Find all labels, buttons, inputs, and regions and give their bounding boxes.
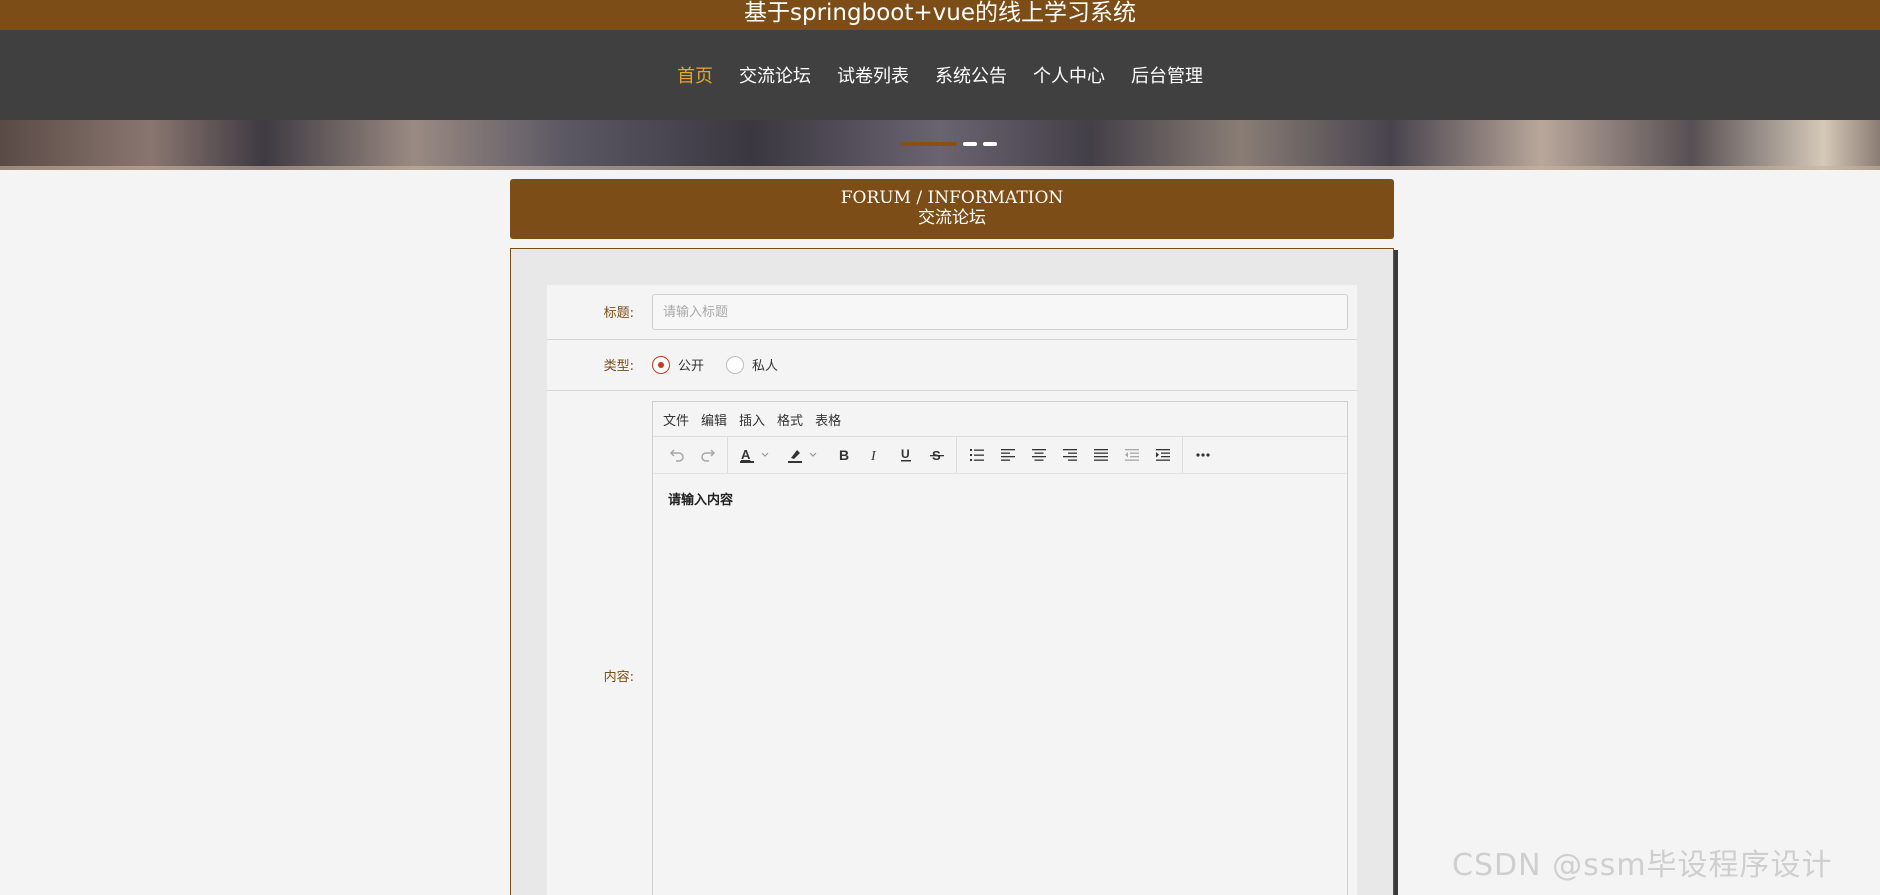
menu-file[interactable]: 文件 xyxy=(663,410,689,429)
form-row-content: 内容: 文件 编辑 插入 格式 表格 A B I U S 请输入内容 xyxy=(547,391,1357,895)
bold-icon[interactable]: B xyxy=(828,441,859,469)
align-justify-icon[interactable] xyxy=(1085,441,1116,469)
italic-icon[interactable]: I xyxy=(859,441,890,469)
radio-unchecked-icon xyxy=(726,355,745,374)
redo-icon[interactable] xyxy=(692,441,723,469)
more-group xyxy=(1183,437,1222,473)
nav-item-announcements[interactable]: 系统公告 xyxy=(935,62,1007,88)
form-body: 标题: 类型: 公开 私人 内容: 文件 编辑 xyxy=(547,285,1357,895)
content-label: 内容: xyxy=(603,670,634,685)
history-group xyxy=(657,437,728,473)
carousel-dot-3[interactable] xyxy=(983,142,997,146)
radio-checked-icon xyxy=(652,355,670,374)
carousel-dot-2[interactable] xyxy=(963,142,977,146)
type-radio-public[interactable]: 公开 xyxy=(652,355,704,374)
title-label: 标题: xyxy=(603,306,634,321)
editor-content[interactable]: 请输入内容 xyxy=(653,474,1347,523)
radio-label-private: 私人 xyxy=(752,359,779,374)
strikethrough-icon[interactable]: S xyxy=(921,441,952,469)
align-left-icon[interactable] xyxy=(992,441,1023,469)
color-group: A B I U S xyxy=(728,437,957,473)
form-row-title: 标题: xyxy=(547,285,1357,340)
banner-carousel xyxy=(0,120,1880,170)
carousel-indicators xyxy=(901,142,997,146)
type-radio-private[interactable]: 私人 xyxy=(726,355,778,374)
rich-text-editor: 文件 编辑 插入 格式 表格 A B I U S 请输入内容 xyxy=(652,401,1348,895)
site-title: 基于springboot+vue的线上学习系统 xyxy=(0,0,1880,30)
svg-text:I: I xyxy=(870,449,877,463)
nav-item-home[interactable]: 首页 xyxy=(677,62,713,88)
highlight-color-icon[interactable] xyxy=(780,441,828,469)
nav-item-profile[interactable]: 个人中心 xyxy=(1033,62,1105,88)
radio-label-public: 公开 xyxy=(678,359,705,374)
undo-icon[interactable] xyxy=(661,441,692,469)
svg-text:B: B xyxy=(839,447,849,463)
outdent-icon[interactable] xyxy=(1116,441,1147,469)
align-right-icon[interactable] xyxy=(1054,441,1085,469)
align-center-icon[interactable] xyxy=(1023,441,1054,469)
paragraph-group xyxy=(957,437,1183,473)
section-title-en: FORUM / INFORMATION xyxy=(840,188,1064,208)
svg-text:A: A xyxy=(741,447,751,462)
svg-text:U: U xyxy=(901,447,910,461)
main-nav: 首页 交流论坛 试卷列表 系统公告 个人中心 后台管理 xyxy=(0,30,1880,120)
menu-table[interactable]: 表格 xyxy=(815,410,841,429)
menu-insert[interactable]: 插入 xyxy=(739,410,765,429)
carousel-dot-1[interactable] xyxy=(901,142,957,146)
nav-item-forum[interactable]: 交流论坛 xyxy=(739,62,811,88)
menu-format[interactable]: 格式 xyxy=(777,410,803,429)
section-header: FORUM / INFORMATION 交流论坛 xyxy=(510,179,1394,239)
section-title-cn: 交流论坛 xyxy=(918,208,986,228)
underline-icon[interactable]: U xyxy=(890,441,921,469)
indent-icon[interactable] xyxy=(1147,441,1178,469)
type-radio-group: 公开 私人 xyxy=(652,355,800,374)
title-input[interactable] xyxy=(652,294,1348,330)
more-icon[interactable] xyxy=(1187,441,1218,469)
type-label: 类型: xyxy=(603,359,634,374)
nav-item-admin[interactable]: 后台管理 xyxy=(1131,62,1203,88)
watermark: CSDN @ssm毕设程序设计 xyxy=(1452,848,1833,883)
text-color-icon[interactable]: A xyxy=(732,441,780,469)
forum-post-form: 标题: 类型: 公开 私人 内容: 文件 编辑 xyxy=(510,248,1394,895)
editor-toolbar: A B I U S xyxy=(653,437,1347,474)
form-row-type: 类型: 公开 私人 xyxy=(547,340,1357,391)
nav-item-exam-list[interactable]: 试卷列表 xyxy=(837,62,909,88)
editor-menubar: 文件 编辑 插入 格式 表格 xyxy=(653,402,1347,437)
bullet-list-icon[interactable] xyxy=(961,441,992,469)
menu-edit[interactable]: 编辑 xyxy=(701,410,727,429)
